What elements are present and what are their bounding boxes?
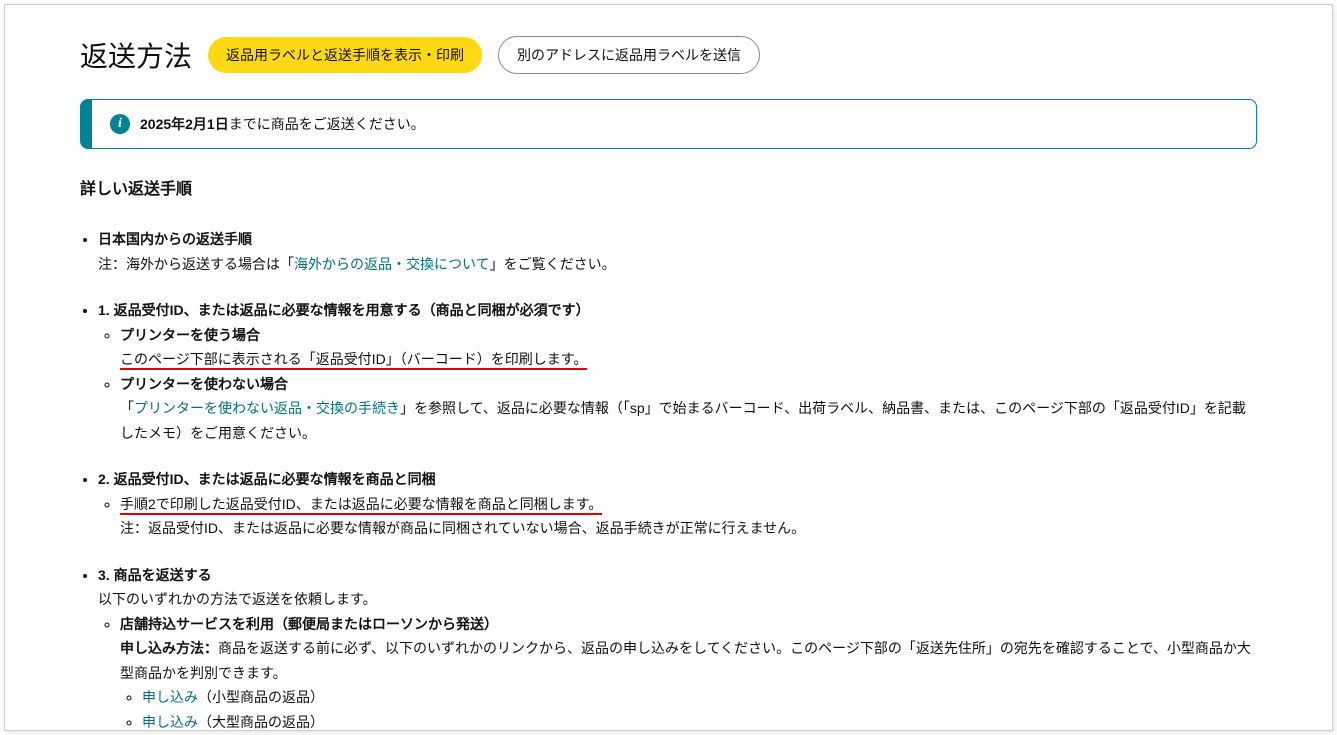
page-container: 返送方法 返品用ラベルと返送手順を表示・印刷 別のアドレスに返品用ラベルを送信 …: [4, 4, 1333, 731]
step1-noprinter: プリンターを使わない場合 「プリンターを使わない返品・交換の手続き」を参照して、…: [120, 372, 1257, 446]
steps-list: 日本国内からの返送手順 注：海外から返送する場合は「海外からの返品・交換について…: [80, 227, 1257, 731]
step3-intro: 以下のいずれかの方法で返送を依頼します。: [98, 591, 377, 607]
step1-sublist: プリンターを使う場合 このページ下部に表示される「返品受付ID」（バーコード）を…: [98, 323, 1257, 446]
apply-large: 申し込み（大型商品の返品）: [142, 710, 1257, 732]
step2-title: 2. 返品受付ID、または返品に必要な情報を商品と同梱: [98, 471, 436, 487]
step2-item: 2. 返品受付ID、または返品に必要な情報を商品と同梱 手順2で印刷した返品受付…: [98, 467, 1257, 541]
step3-sublist: 店舗持込サービスを利用（郵便局またはローソンから発送） 申し込み方法：商品を返送…: [98, 612, 1257, 732]
step1-withprinter: プリンターを使う場合 このページ下部に表示される「返品受付ID」（バーコード）を…: [120, 323, 1257, 372]
apply-label: 申し込み方法：: [120, 640, 218, 656]
domestic-item: 日本国内からの返送手順 注：海外から返送する場合は「海外からの返品・交換について…: [98, 227, 1257, 276]
banner-date: 2025年2月1日: [140, 116, 229, 132]
apply-small-link[interactable]: 申し込み: [142, 689, 198, 705]
step3-item: 3. 商品を返送する 以下のいずれかの方法で返送を依頼します。 店舗持込サービス…: [98, 563, 1257, 732]
store-head: 店舗持込サービスを利用（郵便局またはローソンから発送）: [120, 616, 498, 632]
step1-title: 1. 返品受付ID、または返品に必要な情報を用意する（商品と同梱が必須です）: [98, 302, 590, 318]
withprinter-body: このページ下部に表示される「返品受付ID」（バーコード）を印刷します。: [120, 351, 587, 370]
step2-line1: 手順2で印刷した返品受付ID、または返品に必要な情報を商品と同梱します。: [120, 496, 602, 515]
apply-small: 申し込み（小型商品の返品）: [142, 685, 1257, 710]
domestic-note-prefix: 注：海外から返送する場合は「: [98, 256, 294, 272]
apply-links: 申し込み（小型商品の返品） 申し込み（大型商品の返品）: [120, 685, 1257, 731]
send-label-button[interactable]: 別のアドレスに返品用ラベルを送信: [498, 36, 760, 74]
noprinter-prefix: 「: [120, 400, 134, 416]
section-heading: 詳しい返送手順: [80, 175, 1257, 199]
domestic-note-suffix: 」をご覧ください。: [490, 256, 616, 272]
step3-store: 店舗持込サービスを利用（郵便局またはローソンから発送） 申し込み方法：商品を返送…: [120, 612, 1257, 732]
apply-large-suffix: （大型商品の返品）: [198, 714, 324, 730]
info-banner: i 2025年2月1日までに商品をご返送ください。: [80, 99, 1257, 149]
noprinter-head: プリンターを使わない場合: [120, 376, 288, 392]
banner-text: 2025年2月1日までに商品をご返送ください。: [140, 114, 425, 134]
apply-small-suffix: （小型商品の返品）: [198, 689, 324, 705]
domestic-title: 日本国内からの返送手順: [98, 231, 252, 247]
step1-item: 1. 返品受付ID、または返品に必要な情報を用意する（商品と同梱が必須です） プ…: [98, 298, 1257, 445]
noprinter-link[interactable]: プリンターを使わない返品・交換の手続き: [134, 400, 400, 416]
overseas-link[interactable]: 海外からの返品・交換について: [294, 256, 490, 272]
content-area: 返送方法 返品用ラベルと返送手順を表示・印刷 別のアドレスに返品用ラベルを送信 …: [5, 5, 1332, 731]
apply-large-link[interactable]: 申し込み: [142, 714, 198, 730]
step2-line2: 注：返品受付ID、または返品に必要な情報が商品に同梱されていない場合、返品手続き…: [120, 520, 805, 536]
withprinter-head: プリンターを使う場合: [120, 327, 260, 343]
title-row: 返送方法 返品用ラベルと返送手順を表示・印刷 別のアドレスに返品用ラベルを送信: [80, 35, 1257, 75]
print-label-button[interactable]: 返品用ラベルと返送手順を表示・印刷: [208, 37, 482, 73]
step2-line: 手順2で印刷した返品受付ID、または返品に必要な情報を商品と同梱します。 注：返…: [120, 492, 1257, 541]
step3-title: 3. 商品を返送する: [98, 567, 212, 583]
step2-sublist: 手順2で印刷した返品受付ID、または返品に必要な情報を商品と同梱します。 注：返…: [98, 492, 1257, 541]
apply-body: 商品を返送する前に必ず、以下のいずれかのリンクから、返品の申し込みをしてください…: [120, 640, 1251, 681]
info-icon: i: [110, 114, 130, 134]
banner-suffix: までに商品をご返送ください。: [229, 116, 425, 132]
page-title: 返送方法: [80, 35, 192, 75]
